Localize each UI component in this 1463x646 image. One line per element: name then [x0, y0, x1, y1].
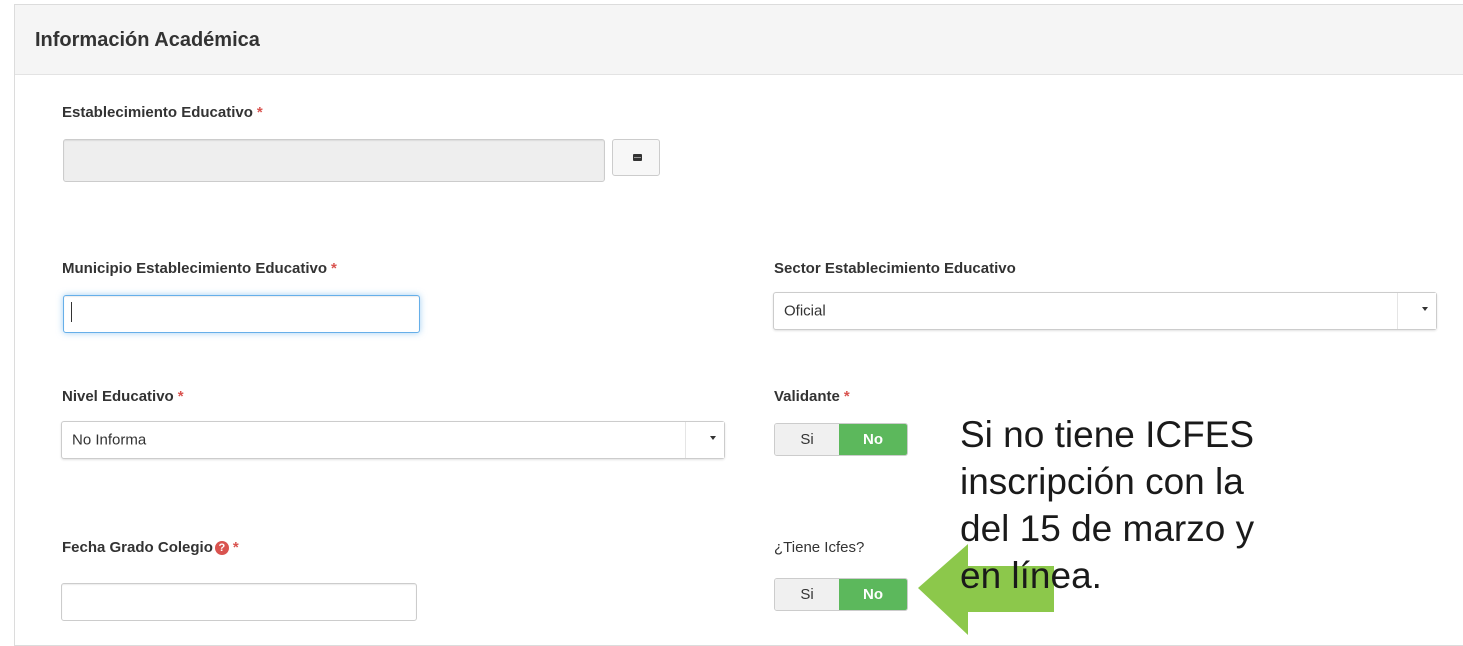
establecimiento-input[interactable]	[63, 139, 605, 182]
note-line: Si no tiene ICFES	[960, 414, 1255, 455]
required-mark: *	[177, 388, 184, 405]
question-circle-icon[interactable]: ?	[214, 541, 229, 555]
note-line: del 15 de marzo y	[960, 508, 1255, 549]
tiene-icfes-toggle[interactable]: Si No	[774, 578, 908, 611]
validante-option-no[interactable]: No	[839, 424, 907, 455]
validante-option-si[interactable]: Si	[775, 424, 839, 455]
establecimiento-lookup-button[interactable]	[612, 139, 660, 176]
sector-label: Sector Establecimiento Educativo	[774, 260, 1016, 277]
list-icon	[633, 154, 642, 161]
nivel-selected-value: No Informa	[72, 431, 147, 449]
establecimiento-label: Establecimiento Educativo *	[62, 104, 263, 121]
required-mark: *	[843, 388, 850, 405]
tiene-icfes-option-no[interactable]: No	[839, 579, 907, 610]
nivel-label: Nivel Educativo *	[62, 388, 184, 405]
required-mark: *	[331, 260, 337, 277]
panel-title: Información Académica	[35, 29, 260, 51]
fecha-grado-label: Fecha Grado Colegio? *	[62, 539, 239, 556]
instruction-note: Si no tiene ICFES inscripción con la del…	[960, 411, 1463, 599]
panel-header: Información Académica	[15, 5, 1463, 75]
nivel-select[interactable]: No Informa	[61, 421, 725, 459]
municipio-label: Municipio Establecimiento Educativo *	[62, 260, 337, 277]
validante-label: Validante *	[774, 388, 850, 405]
sector-select[interactable]: Oficial	[773, 292, 1437, 330]
tiene-icfes-option-si[interactable]: Si	[775, 579, 839, 610]
fecha-grado-input[interactable]	[61, 583, 417, 621]
sector-selected-value: Oficial	[784, 302, 826, 320]
note-line: en línea.	[960, 555, 1102, 596]
tiene-icfes-label: ¿Tiene Icfes?	[774, 539, 865, 556]
municipio-input[interactable]	[63, 295, 420, 333]
text-cursor	[71, 302, 72, 322]
required-mark: *	[256, 104, 263, 121]
required-mark: *	[232, 539, 239, 556]
chevron-down-icon	[1422, 307, 1428, 311]
validante-toggle[interactable]: Si No	[774, 423, 908, 456]
chevron-down-icon	[710, 436, 716, 440]
note-line: inscripción con la	[960, 461, 1244, 502]
